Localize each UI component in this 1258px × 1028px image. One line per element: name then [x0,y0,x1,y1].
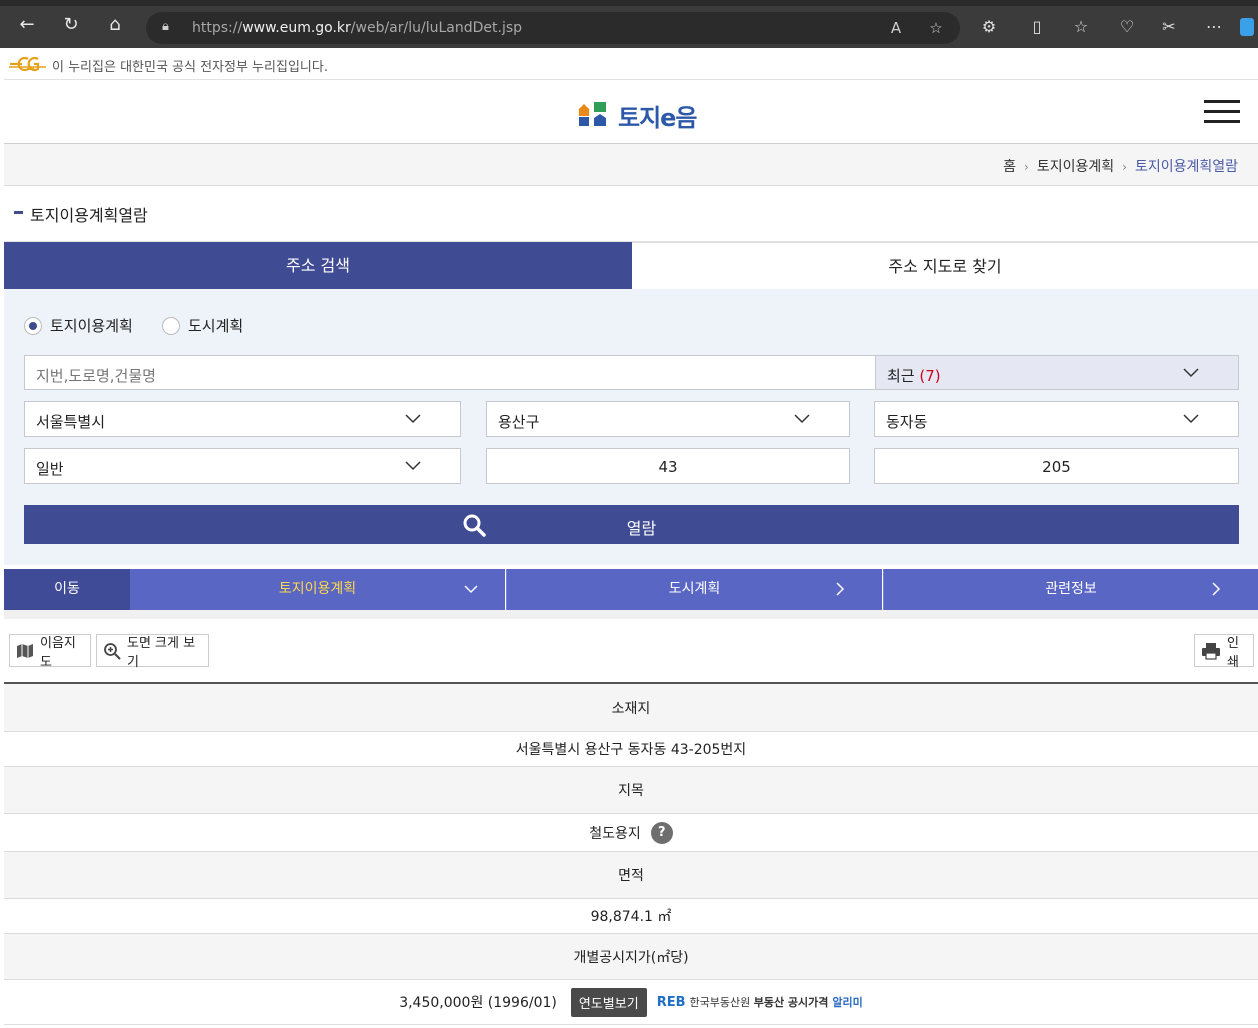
bonbun-input[interactable]: 43 [486,448,850,484]
dong-select[interactable]: 동자동 [874,401,1239,437]
split-screen-icon[interactable]: ▯ [1026,16,1048,38]
eum-map-button[interactable]: 이음지도 [9,634,91,670]
menu-tab-land-use[interactable]: 토지이용계획 [130,569,505,610]
radio-land-use-plan[interactable]: 토지이용계획 [24,315,133,336]
recent-count: (7) [919,367,941,385]
radio-unchecked-icon[interactable] [162,316,180,335]
chevron-down-icon [464,585,478,594]
chevron-down-icon [1183,414,1199,424]
copilot-icon[interactable] [1240,16,1258,38]
search-placeholder: 지번,도로명,건물명 [36,367,156,385]
sigungu-select[interactable]: 용산구 [486,401,850,437]
reb-logo-icon: REB [656,994,686,1010]
jimok-header: 지목 [4,767,1258,814]
site-header: 토지e음 [4,80,1258,144]
price-value: 3,450,000원 (1996/01) [399,995,557,1011]
favorite-star-icon[interactable]: ☆ [926,18,946,38]
search-panel: 토지이용계획 도시계획 지번,도로명,건물명 최근 (7) 서울특별시 용산구 … [4,289,1258,565]
printer-icon [1201,642,1221,660]
breadcrumb-current[interactable]: 토지이용계획열람 [1135,159,1238,175]
menu-hamburger-icon[interactable] [1204,100,1240,124]
egov-logo-icon [9,56,46,72]
san-type-select[interactable]: 일반 [24,448,461,484]
help-icon[interactable]: ? [650,821,673,844]
chevron-down-icon [1183,368,1199,378]
sido-select[interactable]: 서울특별시 [24,401,461,437]
breadcrumb: 홈 › 토지이용계획 › 토지이용계획열람 [4,144,1258,186]
land-info-table: 소재지 서울특별시 용산구 동자동 43-205번지 지목 철도용지 ? 면적 … [4,682,1258,1025]
recent-search-select[interactable]: 최근 (7) [875,355,1239,390]
area-value: 98,874.1 ㎡ [4,899,1258,934]
back-icon[interactable]: ← [16,14,38,36]
chevron-down-icon [405,461,421,471]
title-bullet [14,211,23,214]
url-text[interactable]: https://www.eum.go.kr/web/ar/lu/luLandDe… [192,20,522,36]
zoom-in-icon [103,642,121,660]
screenshot-icon[interactable]: ✂ [1158,16,1180,38]
location-value: 서울특별시 용산구 동자동 43-205번지 [4,732,1258,767]
tab-map-search[interactable]: 주소 지도로 찾기 [632,242,1258,289]
print-button[interactable]: 인쇄 [1194,634,1254,670]
chevron-right-icon: › [1122,160,1127,174]
logo-text: 토지e음 [618,104,698,132]
menu-tab-related-info[interactable]: 관련정보 [883,569,1258,610]
divider [4,610,1258,619]
address-bar[interactable]: 🔒︎ https://www.eum.go.kr/web/ar/lu/luLan… [146,12,960,44]
home-icon[interactable]: ⌂ [104,14,126,36]
gov-banner: 이 누리집은 대한민국 공식 전자정부 누리집입니다. [4,48,1258,80]
price-header: 개별공시지가(㎡당) [4,934,1258,980]
extensions-icon[interactable]: ⚙ [978,16,1000,38]
location-header: 소재지 [4,684,1258,732]
read-aloud-icon[interactable]: A [886,18,906,38]
gov-banner-text: 이 누리집은 대한민국 공식 전자정부 누리집입니다. [52,60,328,75]
lock-icon: 🔒︎ [162,19,169,34]
radio-city-plan[interactable]: 도시계획 [162,315,243,336]
browser-toolbar: ← ↻ ⌂ 🔒︎ https://www.eum.go.kr/web/ar/lu… [0,0,1258,48]
map-icon [16,643,34,659]
menu-tab-city-plan[interactable]: 도시계획 [506,569,882,610]
year-view-button[interactable]: 연도별보기 [570,987,647,1017]
jimok-value: 철도용지 [589,825,641,842]
tab-strip [0,0,1258,6]
radio-checked-icon[interactable] [24,316,42,335]
address-search-input[interactable]: 지번,도로명,건물명 [24,355,876,390]
refresh-icon[interactable]: ↻ [60,14,82,36]
menu-label: 이동 [4,569,130,610]
area-header: 면적 [4,852,1258,899]
browser-essentials-icon[interactable]: ♡ [1116,16,1138,38]
page-title: 토지이용계획열람 [30,206,148,225]
favorites-icon[interactable]: ☆ [1070,16,1092,38]
more-options-icon[interactable]: ⋯ [1203,16,1225,38]
reb-price-alimi-link[interactable]: REB 한국부동산원 부동산 공시가격 알리미 [657,994,863,1010]
chevron-right-icon [836,582,845,596]
jimok-row: 철도용지 ? [4,814,1258,852]
view-button[interactable]: 열람 [24,505,1239,544]
logo-houses-icon [578,102,606,126]
page-title-section: 토지이용계획열람 [4,186,1258,242]
chevron-down-icon [405,414,421,424]
site-logo[interactable]: 토지e음 [576,98,698,132]
breadcrumb-level1[interactable]: 토지이용계획 [1037,159,1114,175]
price-row: 3,450,000원 (1996/01) 연도별보기 REB 한국부동산원 부동… [4,980,1258,1025]
breadcrumb-home[interactable]: 홈 [1003,159,1016,175]
bubun-input[interactable]: 205 [874,448,1239,484]
chevron-down-icon [794,414,810,424]
zoom-map-button[interactable]: 도면 크게 보기 [96,634,209,670]
chevron-right-icon [1212,582,1221,596]
chevron-right-icon: › [1024,160,1029,174]
tab-address-search[interactable]: 주소 검색 [4,242,632,289]
